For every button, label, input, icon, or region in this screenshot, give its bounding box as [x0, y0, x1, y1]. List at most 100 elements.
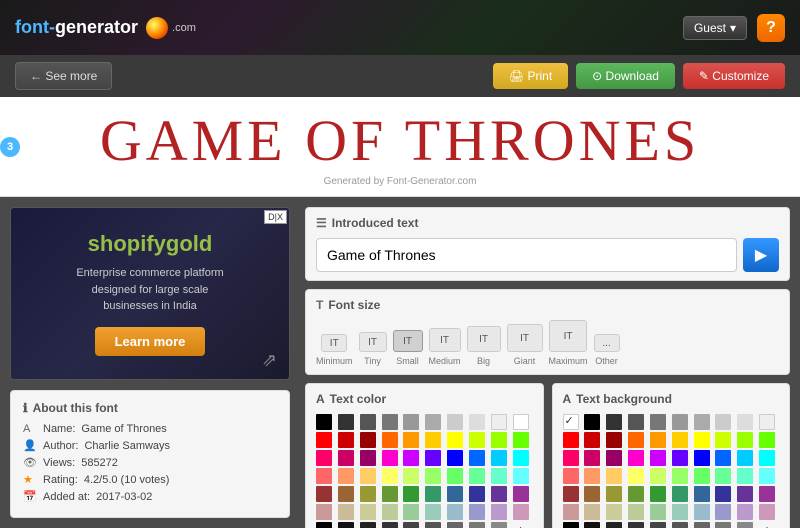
- text-color-swatch[interactable]: [447, 486, 463, 502]
- bg-color-swatch[interactable]: [715, 522, 731, 528]
- text-color-swatch[interactable]: [403, 504, 419, 520]
- text-color-swatch[interactable]: [360, 486, 376, 502]
- text-color-swatch[interactable]: [360, 414, 376, 430]
- size-btn-big[interactable]: IT: [467, 326, 501, 352]
- text-color-swatch[interactable]: [513, 486, 529, 502]
- bg-color-swatch[interactable]: [606, 504, 622, 520]
- text-color-swatch[interactable]: [403, 522, 419, 528]
- text-color-swatch[interactable]: [403, 450, 419, 466]
- text-color-swatch[interactable]: [447, 468, 463, 484]
- bg-color-swatch[interactable]: [563, 486, 579, 502]
- text-color-swatch[interactable]: [338, 468, 354, 484]
- bg-color-swatch[interactable]: [584, 468, 600, 484]
- text-color-swatch[interactable]: [469, 414, 485, 430]
- size-btn-tiny[interactable]: IT: [359, 332, 387, 352]
- text-color-swatch[interactable]: [425, 522, 441, 528]
- bg-color-swatch[interactable]: [650, 504, 666, 520]
- bg-color-swatch[interactable]: [672, 522, 688, 528]
- text-color-swatch[interactable]: [513, 414, 529, 430]
- text-color-swatch[interactable]: [513, 450, 529, 466]
- text-color-swatch[interactable]: [425, 468, 441, 484]
- bg-color-swatch[interactable]: [584, 414, 600, 430]
- text-color-swatch[interactable]: [425, 432, 441, 448]
- text-color-swatch[interactable]: [469, 504, 485, 520]
- size-option-giant[interactable]: ITGiant: [507, 324, 543, 366]
- bg-color-swatch[interactable]: [672, 504, 688, 520]
- text-color-swatch[interactable]: [360, 450, 376, 466]
- size-btn-small[interactable]: IT: [393, 330, 423, 352]
- bg-color-swatch[interactable]: [694, 522, 710, 528]
- text-color-swatch[interactable]: [382, 414, 398, 430]
- text-color-swatch[interactable]: [425, 486, 441, 502]
- bg-color-swatch[interactable]: [628, 414, 644, 430]
- bg-color-swatch[interactable]: [563, 504, 579, 520]
- bg-color-swatch[interactable]: [759, 450, 775, 466]
- text-color-swatch[interactable]: [469, 468, 485, 484]
- text-color-swatch[interactable]: [469, 450, 485, 466]
- size-option-minimum[interactable]: ITMinimum: [316, 334, 353, 366]
- see-more-button[interactable]: ← See more: [15, 62, 112, 90]
- customize-button[interactable]: ✎ Customize: [683, 63, 785, 89]
- text-color-swatch[interactable]: [447, 504, 463, 520]
- bg-color-swatch[interactable]: [650, 486, 666, 502]
- text-color-swatch[interactable]: [338, 432, 354, 448]
- text-color-swatch[interactable]: [491, 468, 507, 484]
- bg-color-swatch[interactable]: [563, 432, 579, 448]
- bg-color-swatch[interactable]: [737, 414, 753, 430]
- color-more-icon[interactable]: +: [513, 522, 529, 528]
- text-color-swatch[interactable]: [382, 432, 398, 448]
- bg-color-swatch[interactable]: [584, 522, 600, 528]
- bg-color-swatch[interactable]: [737, 450, 753, 466]
- bg-color-swatch[interactable]: [650, 450, 666, 466]
- text-color-swatch[interactable]: [360, 504, 376, 520]
- bg-color-swatch[interactable]: [584, 450, 600, 466]
- text-color-swatch[interactable]: [403, 468, 419, 484]
- text-color-swatch[interactable]: [382, 468, 398, 484]
- size-option-other[interactable]: ...Other: [594, 334, 620, 366]
- bg-color-swatch[interactable]: [606, 432, 622, 448]
- download-button[interactable]: ⊙ Download: [576, 63, 675, 89]
- size-option-medium[interactable]: ITMedium: [429, 328, 461, 366]
- text-color-swatch[interactable]: [469, 522, 485, 528]
- text-color-swatch[interactable]: [491, 450, 507, 466]
- text-color-swatch[interactable]: [403, 414, 419, 430]
- bg-color-swatch[interactable]: [759, 486, 775, 502]
- text-color-swatch[interactable]: [338, 450, 354, 466]
- text-color-swatch[interactable]: [338, 504, 354, 520]
- text-color-swatch[interactable]: [316, 414, 332, 430]
- bg-color-swatch[interactable]: [584, 486, 600, 502]
- size-option-big[interactable]: ITBig: [467, 326, 501, 366]
- bg-color-swatch[interactable]: [737, 468, 753, 484]
- size-option-maximum[interactable]: ITMaximum: [549, 320, 588, 366]
- text-color-swatch[interactable]: [491, 414, 507, 430]
- bg-color-swatch[interactable]: [694, 414, 710, 430]
- bg-color-swatch[interactable]: [715, 486, 731, 502]
- bg-color-swatch[interactable]: [715, 504, 731, 520]
- bg-color-swatch[interactable]: [628, 522, 644, 528]
- bg-color-swatch[interactable]: [759, 468, 775, 484]
- text-color-swatch[interactable]: [403, 486, 419, 502]
- bg-color-swatch[interactable]: [606, 486, 622, 502]
- bg-color-swatch[interactable]: [563, 414, 579, 430]
- text-color-swatch[interactable]: [425, 450, 441, 466]
- text-color-swatch[interactable]: [360, 522, 376, 528]
- bg-color-swatch[interactable]: [563, 522, 579, 528]
- text-color-swatch[interactable]: [491, 522, 507, 528]
- text-color-swatch[interactable]: [382, 486, 398, 502]
- text-color-swatch[interactable]: [403, 432, 419, 448]
- bg-color-swatch[interactable]: [606, 450, 622, 466]
- bg-color-swatch[interactable]: [672, 486, 688, 502]
- bg-color-swatch[interactable]: [672, 414, 688, 430]
- bg-color-more-icon[interactable]: +: [759, 522, 775, 528]
- size-btn-other[interactable]: ...: [594, 334, 620, 352]
- bg-color-swatch[interactable]: [650, 522, 666, 528]
- text-color-swatch[interactable]: [316, 432, 332, 448]
- bg-color-swatch[interactable]: [694, 432, 710, 448]
- bg-color-swatch[interactable]: [584, 504, 600, 520]
- text-color-swatch[interactable]: [491, 432, 507, 448]
- bg-color-swatch[interactable]: [694, 486, 710, 502]
- size-option-small[interactable]: ITSmall: [393, 330, 423, 366]
- size-btn-maximum[interactable]: IT: [549, 320, 587, 352]
- text-color-swatch[interactable]: [316, 522, 332, 528]
- text-color-swatch[interactable]: [360, 468, 376, 484]
